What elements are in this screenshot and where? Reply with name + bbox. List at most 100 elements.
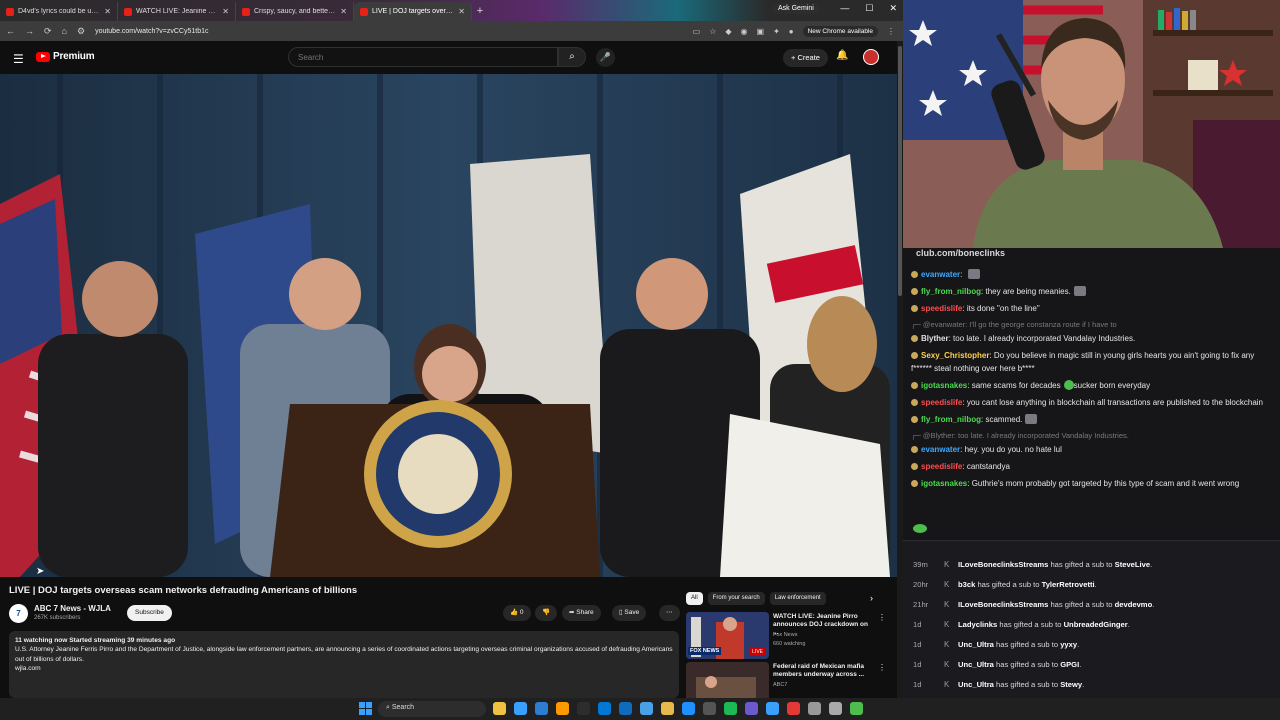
video-player[interactable]: [0, 74, 897, 577]
save-button[interactable]: ▯ Save: [612, 605, 647, 621]
scrollbar-thumb[interactable]: [898, 46, 902, 296]
recipient-name[interactable]: yyxy: [1060, 640, 1077, 649]
notifications-bell-icon[interactable]: 🔔: [836, 50, 848, 61]
extension-icon[interactable]: ◉: [741, 27, 748, 36]
chat-username[interactable]: igotasnakes: [921, 381, 967, 390]
channel-name[interactable]: ABC 7 News - WJLA: [34, 604, 111, 613]
close-window-icon[interactable]: ✕: [889, 3, 897, 14]
dislike-button[interactable]: 👎: [535, 605, 558, 621]
taskbar-app-icon[interactable]: [829, 702, 842, 715]
taskbar-app-icon[interactable]: [661, 702, 674, 715]
forward-icon[interactable]: →: [25, 26, 34, 36]
taskbar-app-icon[interactable]: [724, 702, 737, 715]
microphone-icon[interactable]: 🎤: [596, 48, 615, 67]
close-tab-icon[interactable]: ✕: [222, 7, 229, 16]
search-icon[interactable]: ⌕: [558, 47, 586, 67]
taskbar-app-icon[interactable]: [535, 702, 548, 715]
hamburger-menu-icon[interactable]: ☰: [13, 52, 24, 66]
bookmark-star-icon[interactable]: ☆: [709, 27, 716, 36]
subscribe-button[interactable]: Subscribe: [127, 605, 172, 621]
gifter-name[interactable]: ILoveBoneclinksStreams: [958, 600, 1048, 609]
site-info-icon[interactable]: ⚙: [77, 26, 85, 37]
more-options-icon[interactable]: ⋮: [878, 613, 886, 622]
ask-gemini-button[interactable]: Ask Gemini: [772, 3, 820, 14]
gifter-name[interactable]: Unc_Ultra: [958, 680, 994, 689]
cast-icon[interactable]: ▭: [693, 27, 701, 36]
reload-icon[interactable]: ⟳: [44, 26, 52, 37]
chat-username[interactable]: speedislife: [921, 398, 962, 407]
chat-username[interactable]: Sexy_Christopher: [921, 351, 989, 360]
chat-username[interactable]: fly_from_nilbog: [921, 287, 981, 296]
like-button[interactable]: 👍 0: [503, 605, 531, 621]
taskbar-app-icon[interactable]: [766, 702, 779, 715]
video-description[interactable]: 11 watching now Started streaming 39 min…: [9, 631, 679, 698]
browser-tab[interactable]: Crispy, saucy, and better than t ✕: [236, 2, 354, 21]
url-field[interactable]: youtube.com/watch?v=zvCCy51tb1c: [95, 28, 683, 35]
more-options-icon[interactable]: ⋮: [878, 663, 886, 672]
youtube-search-input[interactable]: [288, 47, 558, 67]
recipient-name[interactable]: GPGI: [1060, 660, 1079, 669]
close-tab-icon[interactable]: ✕: [458, 7, 465, 16]
taskbar-app-icon[interactable]: [619, 702, 632, 715]
chat-username[interactable]: evanwater: [921, 445, 960, 454]
taskbar-app-icon[interactable]: [850, 702, 863, 715]
recipient-name[interactable]: TylerRetrovetti: [1042, 580, 1095, 589]
profile-icon[interactable]: ●: [789, 27, 794, 36]
youtube-logo[interactable]: Premium: [36, 51, 95, 62]
taskbar-app-icon[interactable]: [745, 702, 758, 715]
chat-username[interactable]: fly_from_nilbog: [921, 415, 981, 424]
maximize-icon[interactable]: ☐: [865, 3, 873, 14]
browser-tab[interactable]: D4vd's lyrics could be used in ✕: [0, 2, 118, 21]
gifter-name[interactable]: b3ck: [958, 580, 975, 589]
chip-law-enforcement[interactable]: Law enforcement: [769, 592, 826, 605]
recommended-video[interactable]: Federal raid of Mexican mafia members un…: [686, 662, 886, 698]
taskbar-search-input[interactable]: ⌕ Search: [378, 701, 486, 717]
chat-username[interactable]: speedislife: [921, 304, 962, 313]
more-actions-icon[interactable]: ⋯: [659, 605, 680, 621]
channel-avatar[interactable]: 7: [9, 604, 28, 623]
extension-icon[interactable]: ◆: [725, 27, 731, 36]
taskbar-app-icon[interactable]: [682, 702, 695, 715]
windows-start-icon[interactable]: [359, 702, 372, 715]
home-icon[interactable]: ⌂: [62, 26, 67, 36]
description-link[interactable]: wjla.com: [15, 664, 673, 673]
chip-from-your-search[interactable]: From your search: [707, 592, 765, 605]
taskbar-app-icon[interactable]: [640, 702, 653, 715]
close-tab-icon[interactable]: ✕: [104, 7, 111, 16]
share-button[interactable]: ➦ Share: [562, 605, 601, 621]
taskbar-app-icon[interactable]: [577, 702, 590, 715]
new-chrome-available-button[interactable]: New Chrome available: [802, 25, 878, 37]
gifter-name[interactable]: ILoveBoneclinksStreams: [958, 560, 1048, 569]
create-button[interactable]: + Create: [783, 49, 828, 67]
taskbar-app-icon[interactable]: [787, 702, 800, 715]
avatar[interactable]: [863, 49, 879, 65]
close-tab-icon[interactable]: ✕: [340, 7, 347, 16]
taskbar-app-icon[interactable]: [514, 702, 527, 715]
chat-username[interactable]: igotasnakes: [921, 479, 967, 488]
recipient-name[interactable]: UnbreadedGinger: [1064, 620, 1128, 629]
recipient-name[interactable]: SteveLive: [1115, 560, 1150, 569]
gifter-name[interactable]: Ladyclinks: [958, 620, 997, 629]
recipient-name[interactable]: Stewy: [1060, 680, 1082, 689]
gifter-name[interactable]: Unc_Ultra: [958, 640, 994, 649]
browser-tab-active[interactable]: LIVE | DOJ targets overseas sca ✕: [354, 2, 472, 21]
taskbar-app-icon[interactable]: [598, 702, 611, 715]
extension-icon[interactable]: ▣: [757, 27, 765, 36]
chat-username[interactable]: evanwater: [921, 270, 960, 279]
extensions-puzzle-icon[interactable]: ✦: [773, 27, 780, 36]
chat-username[interactable]: Blyther: [921, 334, 949, 343]
back-icon[interactable]: ←: [6, 26, 15, 36]
new-tab-icon[interactable]: +: [472, 5, 488, 17]
chevron-right-icon[interactable]: ›: [870, 593, 873, 603]
gifter-name[interactable]: Unc_Ultra: [958, 660, 994, 669]
taskbar-app-icon[interactable]: [808, 702, 821, 715]
chrome-menu-icon[interactable]: ⋮: [887, 27, 895, 36]
taskbar-app-icon[interactable]: [703, 702, 716, 715]
browser-tab[interactable]: WATCH LIVE: Jeanine Pirro ann ✕: [118, 2, 236, 21]
taskbar-app-icon[interactable]: [556, 702, 569, 715]
chat-username[interactable]: speedislife: [921, 462, 962, 471]
recipient-name[interactable]: devdevmo: [1115, 600, 1153, 609]
minimize-icon[interactable]: —: [840, 3, 849, 14]
recommended-video[interactable]: FOX NEWS LIVE WATCH LIVE: Jeanine Pirro …: [686, 612, 886, 662]
taskbar-app-icon[interactable]: [493, 702, 506, 715]
